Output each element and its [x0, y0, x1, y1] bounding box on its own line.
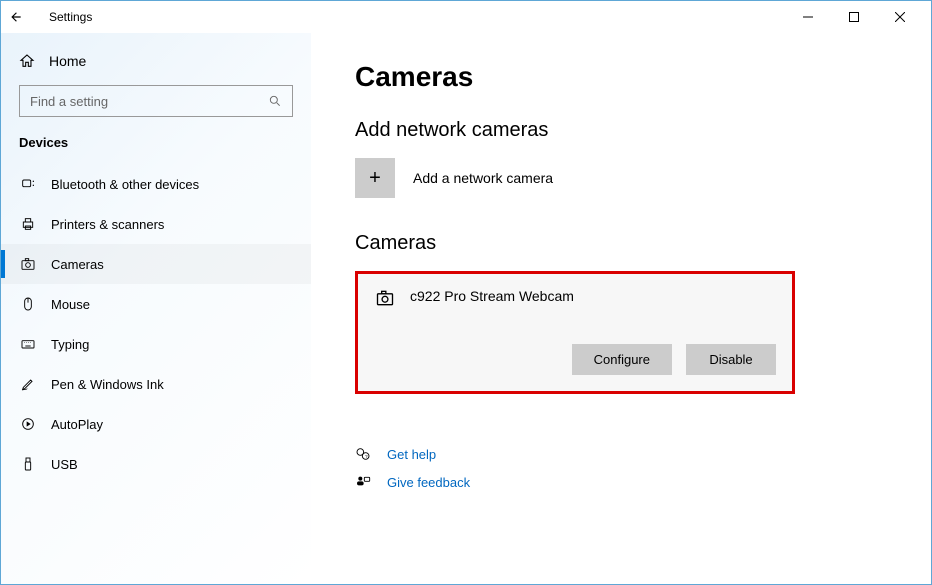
sidebar-item-bluetooth[interactable]: Bluetooth & other devices [1, 164, 311, 204]
maximize-icon [849, 12, 859, 22]
camera-card[interactable]: c922 Pro Stream Webcam Configure Disable [355, 271, 795, 394]
search-icon [268, 94, 282, 108]
sidebar-item-label: Typing [51, 337, 89, 352]
feedback-icon [355, 474, 371, 490]
sidebar-item-autoplay[interactable]: AutoPlay [1, 404, 311, 444]
home-icon [19, 53, 35, 69]
page-title: Cameras [355, 61, 887, 93]
sidebar-item-label: Printers & scanners [51, 217, 164, 232]
camera-icon [19, 256, 37, 272]
minimize-button[interactable] [785, 1, 831, 33]
sidebar-item-mouse[interactable]: Mouse [1, 284, 311, 324]
give-feedback-text[interactable]: Give feedback [387, 475, 470, 490]
configure-button[interactable]: Configure [572, 344, 672, 375]
sidebar-item-pen[interactable]: Pen & Windows Ink [1, 364, 311, 404]
sidebar: Home Find a setting Devices Bluetooth & … [1, 33, 311, 584]
title-bar: Settings [1, 1, 931, 33]
svg-text:?: ? [365, 454, 368, 459]
sidebar-item-label: Mouse [51, 297, 90, 312]
printer-icon [19, 216, 37, 232]
section-cameras: Cameras [355, 232, 887, 255]
camera-icon [374, 288, 396, 308]
sidebar-item-label: Pen & Windows Ink [51, 377, 164, 392]
sidebar-item-label: AutoPlay [51, 417, 103, 432]
search-placeholder: Find a setting [30, 94, 108, 109]
window-title: Settings [41, 10, 785, 24]
close-button[interactable] [877, 1, 923, 33]
add-network-camera[interactable]: + Add a network camera [355, 158, 887, 198]
sidebar-group-label: Devices [1, 135, 311, 164]
sidebar-nav: Bluetooth & other devices Printers & sca… [1, 164, 311, 484]
keyboard-icon [19, 336, 37, 352]
sidebar-home[interactable]: Home [1, 45, 311, 85]
get-help-link[interactable]: ? Get help [355, 446, 887, 462]
maximize-button[interactable] [831, 1, 877, 33]
sidebar-item-cameras[interactable]: Cameras [1, 244, 311, 284]
sidebar-item-label: USB [51, 457, 78, 472]
usb-icon [19, 456, 37, 472]
sidebar-item-usb[interactable]: USB [1, 444, 311, 484]
pen-icon [19, 376, 37, 392]
minimize-icon [803, 12, 813, 22]
sidebar-item-typing[interactable]: Typing [1, 324, 311, 364]
mouse-icon [19, 296, 37, 312]
home-label: Home [49, 53, 86, 69]
sidebar-item-label: Cameras [51, 257, 104, 272]
add-camera-label: Add a network camera [413, 170, 553, 186]
arrow-left-icon [9, 10, 23, 24]
sidebar-item-printers[interactable]: Printers & scanners [1, 204, 311, 244]
section-add-cameras: Add network cameras [355, 119, 887, 142]
get-help-text[interactable]: Get help [387, 447, 436, 462]
camera-name: c922 Pro Stream Webcam [410, 288, 574, 304]
back-button[interactable] [9, 10, 41, 24]
give-feedback-link[interactable]: Give feedback [355, 474, 887, 490]
sidebar-item-label: Bluetooth & other devices [51, 177, 199, 192]
bluetooth-icon [19, 176, 37, 192]
help-icon: ? [355, 446, 371, 462]
close-icon [895, 12, 905, 22]
window-buttons [785, 1, 923, 33]
disable-button[interactable]: Disable [686, 344, 776, 375]
search-input[interactable]: Find a setting [19, 85, 293, 117]
autoplay-icon [19, 416, 37, 432]
content-pane: Cameras Add network cameras + Add a netw… [311, 33, 931, 584]
help-section: ? Get help Give feedback [355, 446, 887, 490]
plus-icon: + [355, 158, 395, 198]
